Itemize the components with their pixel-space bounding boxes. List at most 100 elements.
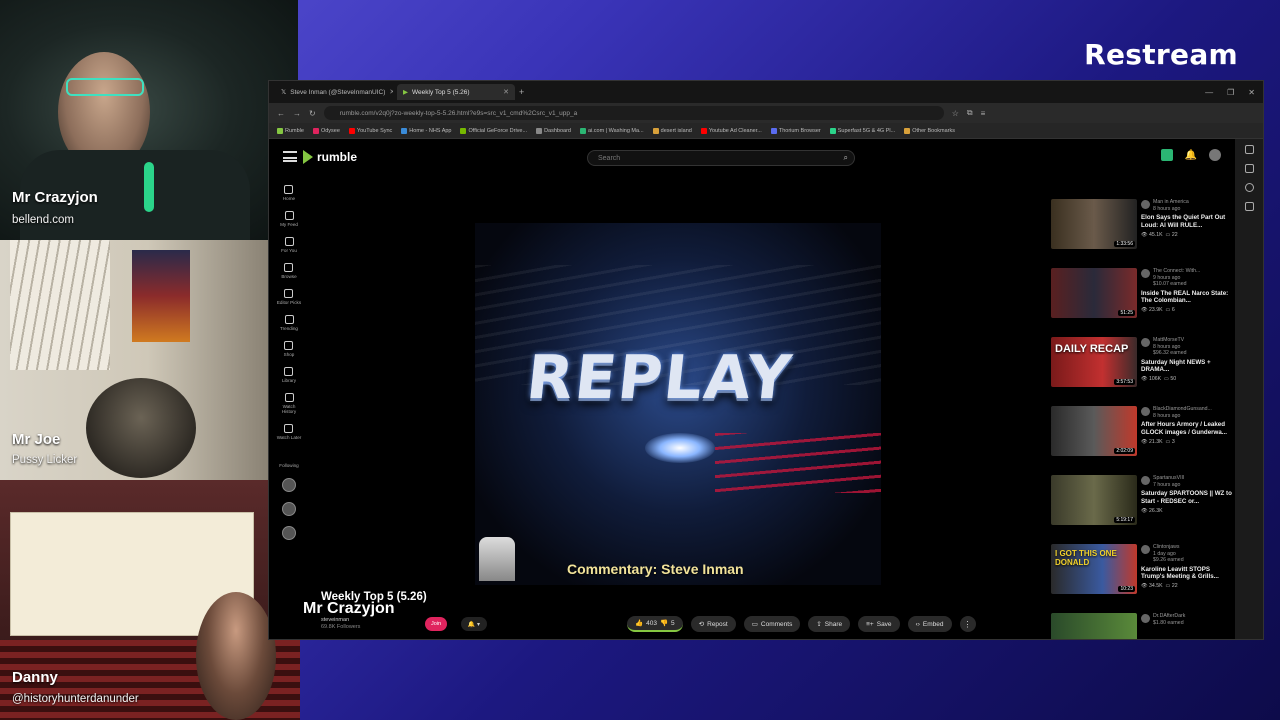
back-icon[interactable]: ←: [277, 109, 285, 118]
video-thumbnail[interactable]: 1:33:56: [1051, 199, 1137, 249]
followed-channel-avatar[interactable]: [282, 477, 296, 492]
go-live-icon[interactable]: [1160, 149, 1173, 161]
bookmark[interactable]: Home - NHS App: [401, 127, 451, 134]
restream-logo: Restream: [1084, 38, 1238, 71]
cam-name: Mr Crazyjon: [12, 189, 98, 206]
home-icon: [284, 185, 294, 194]
video-thumbnail[interactable]: 51:25: [1051, 268, 1137, 318]
search-icon[interactable]: ⌕: [844, 153, 848, 163]
feed-icon: [284, 211, 294, 221]
video-thumbnail[interactable]: DAILY RECAP 3:57:53: [1051, 337, 1137, 387]
sidebar-item-my-feed[interactable]: My Feed: [280, 211, 298, 227]
extensions-icon[interactable]: ⧉: [967, 108, 973, 118]
sidebar-item-shop[interactable]: Shop: [284, 341, 294, 357]
notify-bell-button[interactable]: 🔔 ▾: [461, 617, 487, 631]
history-icon[interactable]: [1244, 183, 1254, 192]
bookmark[interactable]: Rumble: [277, 127, 304, 134]
star-icon[interactable]: [1244, 202, 1254, 211]
list-item[interactable]: 5:19:17 SpartanusVIII 7 hours ago Saturday…: [1049, 475, 1235, 538]
reload-icon[interactable]: ↻: [309, 109, 316, 118]
close-icon[interactable]: ✕: [389, 88, 393, 96]
url-bar[interactable]: rumble.com/v2q0j?zo-weekly-top-5-5.26.ht…: [323, 106, 944, 120]
search-input[interactable]: Search ⌕: [587, 150, 855, 166]
new-tab-button[interactable]: +: [519, 87, 524, 97]
repost-button[interactable]: ⟲ Repost: [690, 616, 736, 632]
menu-icon[interactable]: ≡: [981, 109, 986, 118]
list-item[interactable]: Dr.DAfterDark $1.80 earned: [1049, 613, 1235, 639]
sidebar-item-browse[interactable]: Browse: [281, 263, 297, 279]
star-icon[interactable]: ☆: [952, 109, 959, 118]
sidebar-item-trending[interactable]: Trending: [280, 315, 298, 331]
followed-channel-avatar[interactable]: [282, 501, 296, 516]
sidebar-item-watch-history[interactable]: Watch History: [275, 393, 303, 414]
followed-channel-avatar[interactable]: [282, 525, 296, 540]
video-caption: Commentary: Steve Inman: [567, 561, 744, 577]
cam-subtitle: bellend.com: [12, 214, 75, 226]
sidebar-item-home[interactable]: Home: [283, 185, 295, 201]
comments-button[interactable]: ▭ Comments: [743, 616, 801, 632]
list-item[interactable]: 2:02:09 BlackDiamondGunsand... 8 hours ag…: [1049, 406, 1235, 469]
cam-name: Mr Joe: [12, 431, 61, 448]
save-page-icon[interactable]: [1244, 164, 1254, 173]
header-actions: 🔔: [1160, 149, 1221, 161]
bookmark[interactable]: Thorium Browser: [770, 127, 821, 134]
share-button[interactable]: ⇪ Share: [808, 616, 851, 632]
save-button[interactable]: ≡+ Save: [858, 616, 900, 632]
address-row: ← → ↻ rumble.com/v2q0j?zo-weekly-top-5-5…: [269, 103, 1263, 123]
vote-button[interactable]: 👍 403 👎 5: [627, 616, 683, 632]
video-thumbnail[interactable]: I GOT THIS ONE DONALD 10:23: [1051, 544, 1137, 594]
join-button[interactable]: Join: [425, 617, 447, 631]
bookmark[interactable]: ai.com | Washing Ma...: [580, 127, 644, 134]
video-thumbnail[interactable]: [1051, 613, 1137, 639]
minimize-icon[interactable]: —: [1205, 88, 1213, 97]
rumble-play-icon: [303, 150, 313, 164]
video-player[interactable]: REPLAY Commentary: Steve Inman: [475, 223, 881, 585]
embed-button[interactable]: ‹› Embed: [907, 616, 952, 632]
thumbs-down-icon[interactable]: 👎: [660, 619, 668, 627]
tab-steve-inman[interactable]: 𝕏 Steve Inman (@SteveInmanUIC) ✕: [275, 84, 393, 100]
more-options-icon[interactable]: ⋮: [959, 616, 976, 632]
window-controls: — ❐ ✕: [1205, 88, 1263, 97]
list-item[interactable]: I GOT THIS ONE DONALD 10:23 Clintonjaws 1 …: [1049, 544, 1235, 607]
sidebar-item-for-you[interactable]: For You: [281, 237, 297, 253]
notifications-bell-icon[interactable]: 🔔: [1185, 150, 1197, 161]
embed-icon: ‹›: [915, 620, 920, 628]
close-icon[interactable]: ✕: [503, 88, 509, 96]
bookmark[interactable]: Odysee: [312, 127, 340, 134]
rumble-logo[interactable]: rumble: [303, 150, 357, 164]
bookmark[interactable]: Dashboard: [536, 127, 571, 134]
thumbs-up-icon[interactable]: 👍: [635, 619, 643, 627]
avatar[interactable]: [1209, 149, 1221, 161]
channel-info[interactable]: steveinman 69.8K Followers: [321, 617, 360, 630]
video-thumbnail[interactable]: 5:19:17: [1051, 475, 1137, 525]
tab-weekly-top5[interactable]: ▶ Weekly Top 5 (5.26) ✕: [397, 84, 515, 100]
restore-icon[interactable]: ❐: [1227, 88, 1234, 97]
bookmark[interactable]: Official GeForce Drive...: [460, 127, 527, 134]
sidebar-item-library[interactable]: Library: [282, 367, 296, 383]
sidebar-item-editor-picks[interactable]: Editor Picks: [277, 289, 301, 305]
forward-icon[interactable]: →: [293, 109, 301, 118]
list-item[interactable]: 51:25 The Connect: With... 9 hours ago $10…: [1049, 268, 1235, 331]
hamburger-menu-icon[interactable]: [283, 151, 297, 162]
sidebar-item-watch-later[interactable]: Watch Later: [277, 424, 301, 440]
list-item[interactable]: 1:33:56 Man in America 8 hours ago Elon Sa…: [1049, 199, 1235, 262]
channel-name[interactable]: steveinman: [321, 617, 360, 624]
list-item[interactable]: DAILY RECAP 3:57:53 MattMorseTV 8 hours ag…: [1049, 337, 1235, 400]
cam-subtitle: @historyhunterdanunder: [12, 693, 139, 705]
presenter-thumb: [479, 537, 515, 581]
repost-icon: ⟲: [698, 621, 705, 628]
bookmark[interactable]: Superfast 5G & 4G Pl...: [829, 127, 895, 134]
video-thumbnail[interactable]: 2:02:09: [1051, 406, 1137, 456]
pin-icon[interactable]: [1244, 145, 1254, 154]
restream-canvas: Restream Mr Crazyjon bellend.com Mr Joe …: [0, 0, 1280, 720]
related-videos: 1:33:56 Man in America 8 hours ago Elon Sa…: [1049, 199, 1235, 639]
close-window-icon[interactable]: ✕: [1248, 88, 1255, 97]
bookmark[interactable]: Youtube Ad Cleaner...: [700, 127, 762, 134]
x-icon: 𝕏: [281, 89, 287, 96]
bookmark[interactable]: desert island: [652, 127, 692, 134]
browser-window: 𝕏 Steve Inman (@SteveInmanUIC) ✕ ▶ Weekl…: [268, 80, 1264, 640]
bookmark[interactable]: YouTube Sync: [348, 127, 392, 134]
overlay-name: Mr Crazyjon: [303, 600, 395, 617]
bookmark[interactable]: Other Bookmarks: [904, 127, 955, 134]
browse-icon: [284, 263, 294, 273]
